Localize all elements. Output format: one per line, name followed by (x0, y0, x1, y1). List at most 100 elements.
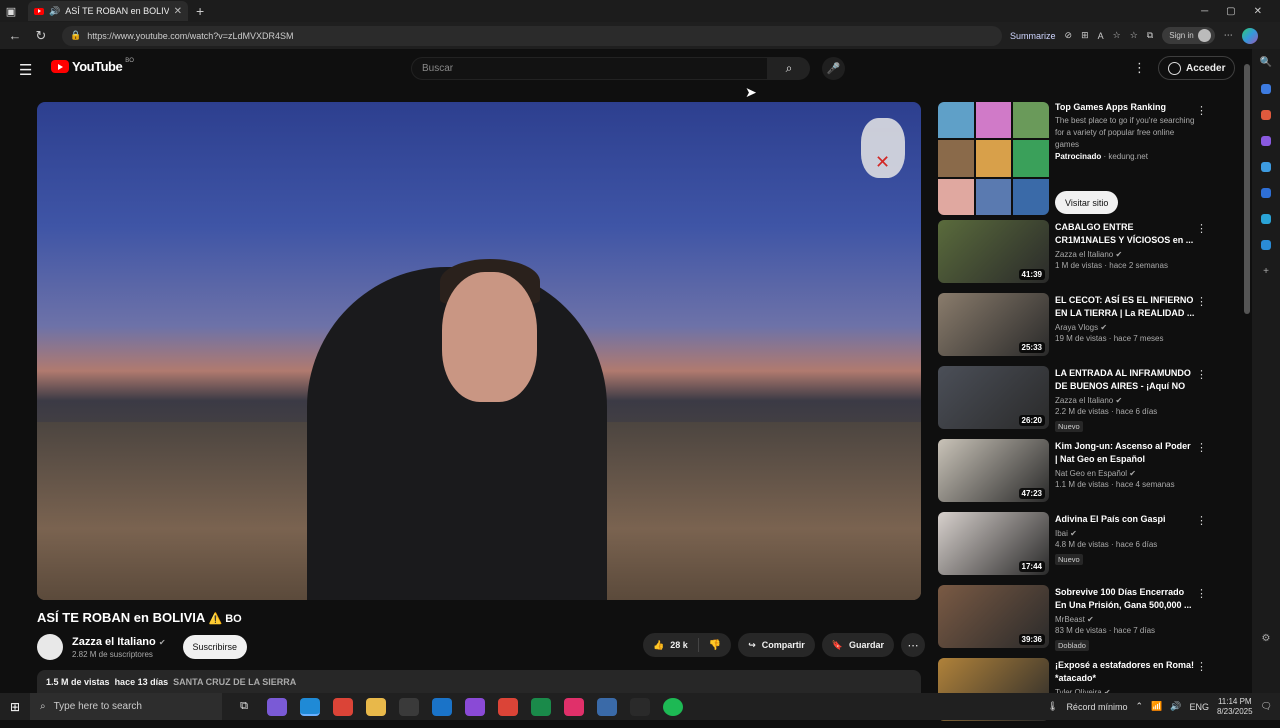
ad-thumbnail-grid[interactable] (938, 102, 1049, 215)
channel-name[interactable]: Nat Geo en Español ✔ (1055, 469, 1195, 478)
tracking-icon[interactable]: ⊘ (1065, 30, 1073, 41)
app-icon[interactable] (465, 697, 485, 716)
summarize-button[interactable]: Summarize (1010, 31, 1056, 41)
channel-avatar[interactable] (37, 634, 63, 660)
recommendation-item[interactable]: 47:23 Kim Jong-un: Ascenso al Poder | Na… (938, 439, 1210, 509)
sidebar-outlook-icon[interactable] (1261, 214, 1271, 224)
sidebar-shopping-icon[interactable] (1261, 110, 1271, 120)
file-explorer-icon[interactable] (366, 697, 386, 716)
video-location[interactable]: SANTA CRUZ DE LA SIERRA (173, 677, 296, 687)
outlook-app-icon[interactable] (432, 697, 452, 716)
sidebar-app-icon[interactable] (1261, 84, 1271, 94)
settings-kebab-icon[interactable]: ⋮ (1133, 60, 1146, 76)
video-thumbnail[interactable]: 41:39 (938, 220, 1049, 283)
speaker-icon[interactable]: 🔊 (49, 6, 60, 17)
language-indicator[interactable]: ENG (1189, 702, 1209, 712)
video-menu-icon[interactable]: ⋮ (1196, 295, 1207, 308)
channel-watermark[interactable] (861, 118, 905, 178)
edge-app-icon[interactable] (300, 697, 320, 716)
spotify-app-icon[interactable] (663, 697, 683, 716)
video-title[interactable]: Kim Jong-un: Ascenso al Poder | Nat Geo … (1055, 440, 1195, 466)
chrome-app-icon[interactable] (333, 697, 353, 716)
description-box[interactable]: 1.5 M de vistas hace 13 días SANTA CRUZ … (37, 670, 921, 693)
browser-menu-icon[interactable]: ⋯ (1224, 30, 1233, 41)
sidebar-settings-icon[interactable]: ⚙ (1262, 633, 1271, 644)
save-button[interactable]: 🔖 Guardar (821, 633, 894, 657)
recommendation-item[interactable]: 26:20 LA ENTRADA AL INFRAMUNDO DE BUENOS… (938, 366, 1210, 436)
chrome-profile-icon[interactable] (498, 697, 518, 716)
sidebar-add-icon[interactable]: + (1263, 266, 1269, 277)
channel-name[interactable]: Zazza el Italiano ✔ (1055, 250, 1195, 259)
recommendation-item[interactable]: 39:36 Sobrevive 100 Días Encerrado En Un… (938, 585, 1210, 655)
volume-icon[interactable]: 🔊 (1170, 701, 1181, 712)
recommendation-item[interactable]: 41:39 CABALGO ENTRE CR1M1NALES Y VÍCIOSO… (938, 220, 1210, 290)
wifi-icon[interactable]: 📶 (1151, 701, 1162, 712)
video-title[interactable]: EL CECOT: ASÍ ES EL INFIERNO EN LA TIERR… (1055, 294, 1195, 320)
video-title[interactable]: Sobrevive 100 Días Encerrado En Una Pris… (1055, 586, 1195, 612)
video-title[interactable]: LA ENTRADA AL INFRAMUNDO DE BUENOS AIRES… (1055, 367, 1195, 393)
more-actions-button[interactable]: ⋯ (901, 633, 925, 657)
video-menu-icon[interactable]: ⋮ (1196, 660, 1207, 673)
video-menu-icon[interactable]: ⋮ (1196, 514, 1207, 527)
read-aloud-icon[interactable]: A (1098, 31, 1104, 41)
sidebar-search-icon[interactable]: 🔍 (1260, 57, 1272, 68)
taskbar-search[interactable]: ⌕ Type here to search (30, 693, 222, 720)
url-field[interactable]: 🔒 https://www.youtube.com/watch?v=zLdMVX… (62, 25, 1002, 46)
notifications-icon[interactable]: 🗨 (1261, 701, 1272, 712)
dislike-button[interactable]: 👎 (699, 640, 731, 651)
scrollbar-thumb[interactable] (1244, 64, 1250, 314)
channel-name[interactable]: Ibai ✔ (1055, 529, 1195, 538)
weather-text[interactable]: Récord mínimo (1066, 702, 1127, 712)
sheets-app-icon[interactable] (531, 697, 551, 716)
like-button[interactable]: 👍 28 k (643, 638, 699, 652)
search-button[interactable]: ⌕ (768, 57, 810, 80)
task-view-icon[interactable]: ⧉ (234, 698, 254, 716)
video-menu-icon[interactable]: ⋮ (1196, 441, 1207, 454)
video-thumbnail[interactable]: 26:20 (938, 366, 1049, 429)
ad-menu-icon[interactable]: ⋮ (1196, 104, 1207, 117)
sidebar-office-icon[interactable] (1261, 188, 1271, 198)
tray-chevron-icon[interactable]: ⌃ (1135, 701, 1143, 712)
video-player[interactable] (37, 102, 921, 600)
new-tab-icon[interactable]: + (196, 3, 204, 19)
channel-name[interactable]: Zazza el Italiano ✔ (1055, 396, 1195, 405)
sign-in-button[interactable]: Acceder (1158, 56, 1236, 80)
apps-icon[interactable]: ⊞ (1081, 30, 1089, 41)
video-thumbnail[interactable]: 47:23 (938, 439, 1049, 502)
store-app-icon[interactable] (399, 697, 419, 716)
app-icon[interactable] (630, 697, 650, 716)
maximize-icon[interactable]: ▢ (1226, 6, 1235, 17)
share-button[interactable]: ↪ Compartir (738, 633, 815, 657)
window-close-icon[interactable]: ✕ (1254, 6, 1262, 17)
page-scrollbar[interactable] (1244, 60, 1250, 688)
video-title[interactable]: Adivina El País con Gaspi (1055, 513, 1195, 526)
search-input[interactable]: Buscar (411, 57, 768, 80)
menu-icon[interactable]: ☰ (19, 61, 32, 79)
video-menu-icon[interactable]: ⋮ (1196, 222, 1207, 235)
refresh-icon[interactable]: ↻ (32, 28, 50, 44)
channel-name[interactable]: Araya Vlogs ✔ (1055, 323, 1195, 332)
subscribe-button[interactable]: Suscribirse (182, 635, 248, 659)
app-icon[interactable] (597, 697, 617, 716)
voice-search-button[interactable]: 🎤 (822, 57, 845, 80)
minimize-icon[interactable]: ─ (1201, 6, 1208, 17)
sidebar-send-icon[interactable] (1261, 240, 1271, 250)
ad-title[interactable]: Top Games Apps Ranking (1055, 102, 1195, 112)
window-menu-icon[interactable]: ▣ (0, 0, 22, 22)
clock[interactable]: 11:14 PM 8/23/2025 (1217, 697, 1253, 717)
sidebar-tools-icon[interactable] (1261, 136, 1271, 146)
video-menu-icon[interactable]: ⋮ (1196, 368, 1207, 381)
weather-icon[interactable]: 🌡 (1047, 701, 1058, 712)
youtube-logo[interactable]: YouTube BO (51, 58, 134, 74)
copilot-icon[interactable] (1241, 27, 1258, 44)
favorite-star-icon[interactable]: ☆ (1113, 30, 1121, 41)
favorites-icon[interactable]: ☆ (1130, 30, 1138, 41)
browser-tab[interactable]: 🔊 ASÍ TE ROBAN en BOLIVIA ⚠️ ✕ (28, 1, 188, 21)
channel-name[interactable]: Zazza el Italiano ✔ (72, 636, 166, 648)
sidebar-games-icon[interactable] (1261, 162, 1271, 172)
video-title[interactable]: ¡Exposé a estafadores en Roma! *atacado* (1055, 659, 1195, 685)
recommendation-item[interactable]: 25:33 EL CECOT: ASÍ ES EL INFIERNO EN LA… (938, 293, 1210, 363)
back-icon[interactable]: ← (6, 28, 24, 43)
tiktok-app-icon[interactable] (564, 697, 584, 716)
signin-button[interactable]: Sign in (1162, 27, 1215, 44)
